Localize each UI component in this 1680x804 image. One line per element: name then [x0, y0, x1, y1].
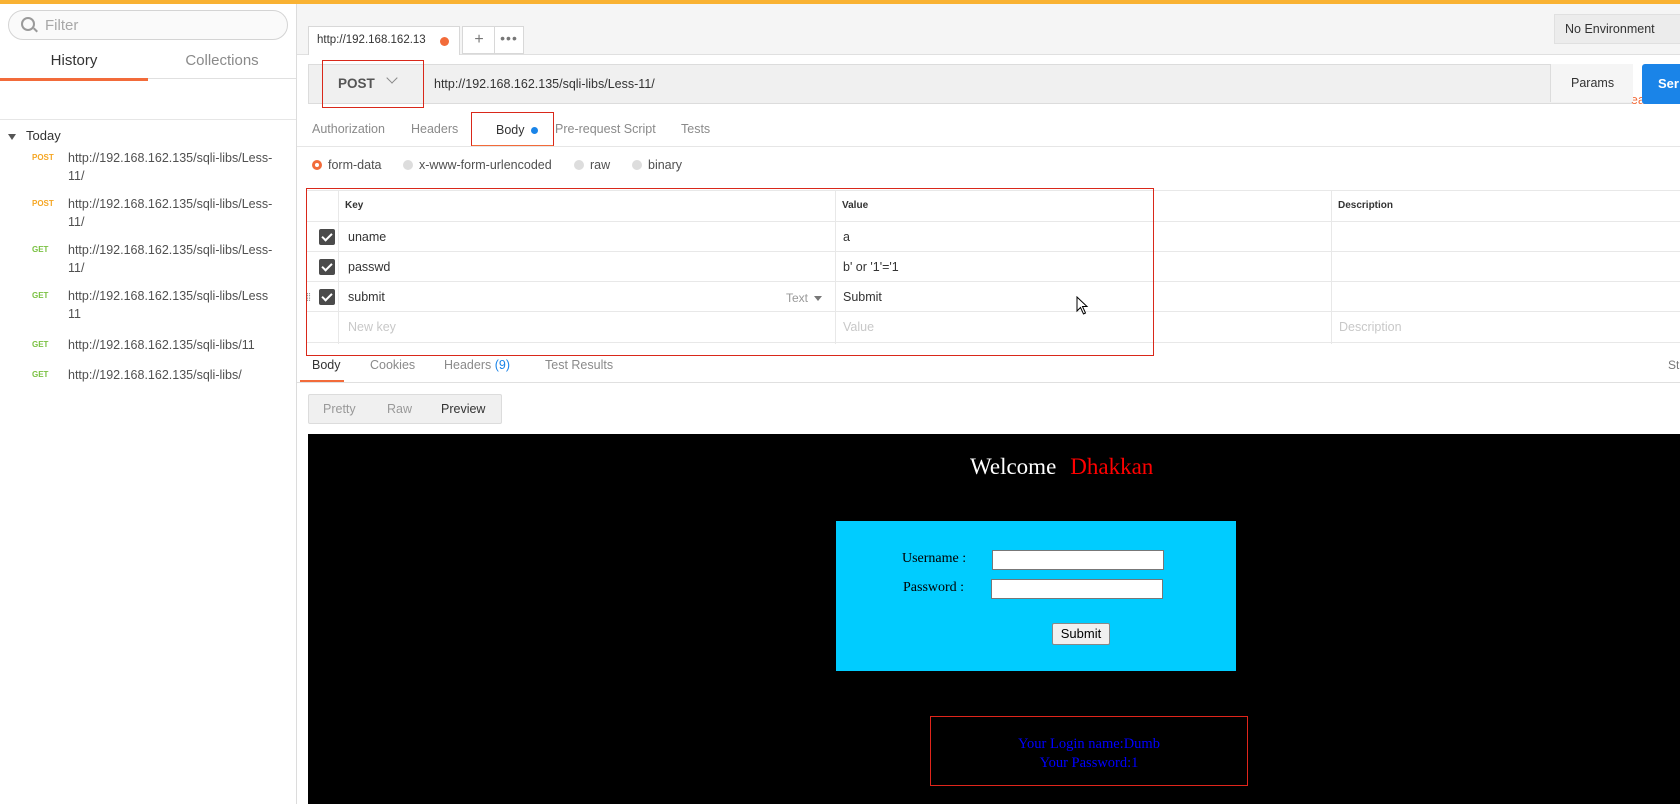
history-url: http://192.168.162.135/sqli-libs/11: [68, 338, 255, 352]
method-badge: POST: [32, 153, 54, 162]
method-badge: GET: [32, 245, 49, 254]
username-input[interactable]: [992, 550, 1164, 570]
history-url: http://192.168.162.135/sqli-libs/: [68, 368, 242, 382]
history-url: http://192.168.162.135/sqli-libs/Less-11…: [68, 197, 273, 229]
login-name-text: Your Login name:Dumb: [1018, 736, 1160, 752]
tab-body[interactable]: Body: [471, 112, 554, 147]
column-divider: [1331, 190, 1332, 344]
new-tab-button[interactable]: +: [462, 26, 496, 54]
response-tab-cookies[interactable]: Cookies: [370, 358, 415, 372]
method-badge: GET: [32, 340, 49, 349]
history-group-label: Today: [26, 128, 61, 143]
radio-icon: [403, 160, 413, 170]
tab-body-label: Body: [496, 123, 525, 137]
response-view-toggle: Pretty Raw Preview: [308, 394, 502, 424]
response-tab-test-results[interactable]: Test Results: [545, 358, 613, 372]
params-button[interactable]: Params: [1550, 64, 1633, 102]
radio-form-data[interactable]: form-data: [312, 158, 382, 172]
welcome-name: Dhakkan: [1070, 454, 1154, 479]
annotation-highlight-box: [306, 188, 1154, 356]
mouse-cursor-icon: [1076, 296, 1089, 315]
history-group-today[interactable]: Today: [8, 128, 61, 143]
tab-history[interactable]: History: [0, 52, 148, 81]
filter-input[interactable]: Filter: [8, 10, 288, 40]
unsaved-dot-icon: [440, 37, 449, 46]
more-tabs-button[interactable]: •••: [494, 26, 524, 54]
welcome-heading: Welcome Dhakkan: [970, 454, 1153, 480]
history-url: http://192.168.162.135/sqli-libs/Less-11…: [68, 151, 273, 183]
method-badge: GET: [32, 370, 49, 379]
sidebar: [0, 4, 297, 804]
environment-label: No Environment: [1565, 22, 1655, 36]
response-tab-body[interactable]: Body: [300, 350, 344, 382]
filter-placeholder: Filter: [45, 17, 79, 34]
response-tab-body-label: Body: [312, 358, 341, 372]
login-result-box: Your Login name:Dumb Your Password:1: [930, 716, 1248, 786]
environment-select[interactable]: No Environment: [1554, 14, 1680, 44]
tab-collections[interactable]: Collections: [148, 52, 296, 79]
radio-raw[interactable]: raw: [574, 158, 610, 172]
tab-headers[interactable]: Headers: [411, 122, 458, 136]
tab-authorization[interactable]: Authorization: [312, 122, 385, 136]
radio-label: x-www-form-urlencoded: [419, 158, 552, 172]
send-label: Ser: [1658, 76, 1679, 91]
response-tab-headers[interactable]: Headers (9): [444, 358, 510, 372]
request-tab[interactable]: http://192.168.162.13: [308, 26, 460, 55]
search-icon: [21, 17, 35, 31]
column-description: Description: [1338, 200, 1394, 211]
response-preview: Welcome Dhakkan Username : Password : Sub…: [308, 434, 1680, 804]
history-url: http://192.168.162.135/sqli-libs/Less-11…: [68, 243, 273, 275]
password-input[interactable]: [991, 579, 1163, 599]
view-pretty[interactable]: Pretty: [323, 402, 356, 416]
response-tab-headers-label: Headers: [444, 358, 492, 372]
radio-selected-icon: [312, 160, 322, 170]
response-status-label: St: [1668, 358, 1680, 372]
view-preview[interactable]: Preview: [441, 402, 485, 416]
method-label: POST: [338, 76, 375, 91]
method-badge: GET: [32, 291, 49, 300]
view-raw[interactable]: Raw: [387, 402, 412, 416]
username-label: Username :: [902, 551, 967, 566]
modified-dot-icon: [531, 127, 538, 134]
radio-icon: [632, 160, 642, 170]
radio-label: raw: [590, 158, 611, 172]
response-divider: [297, 382, 1680, 383]
radio-icon: [574, 160, 584, 170]
sidebar-divider: [0, 119, 296, 120]
tabs-divider: [297, 146, 1680, 147]
params-label: Params: [1571, 76, 1615, 90]
password-text: Your Password:1: [1039, 755, 1139, 771]
chevron-down-icon: [386, 72, 398, 84]
new-description-input[interactable]: Description: [1339, 320, 1402, 334]
method-badge: POST: [32, 199, 54, 208]
send-button[interactable]: Ser: [1642, 64, 1680, 104]
radio-label: form-data: [328, 158, 382, 172]
welcome-text: Welcome: [970, 454, 1057, 479]
radio-label: binary: [648, 158, 683, 172]
headers-count-badge: (9): [494, 358, 511, 372]
radio-urlencoded[interactable]: x-www-form-urlencoded: [403, 158, 552, 172]
radio-binary[interactable]: binary: [632, 158, 682, 172]
login-form: Username : Password : Submit: [836, 521, 1236, 671]
request-tab-label: http://192.168.162.13: [317, 34, 426, 46]
submit-button[interactable]: Submit: [1052, 623, 1110, 645]
method-select[interactable]: POST: [322, 60, 424, 108]
caret-down-icon: [8, 133, 16, 140]
url-input[interactable]: http://192.168.162.135/sqli-libs/Less-11…: [434, 77, 655, 91]
history-url: http://192.168.162.135/sqli-libs/Less 11: [68, 289, 269, 321]
tab-pre-request-script[interactable]: Pre-request Script: [555, 122, 656, 136]
password-label: Password :: [903, 580, 965, 595]
tab-tests[interactable]: Tests: [681, 122, 710, 136]
